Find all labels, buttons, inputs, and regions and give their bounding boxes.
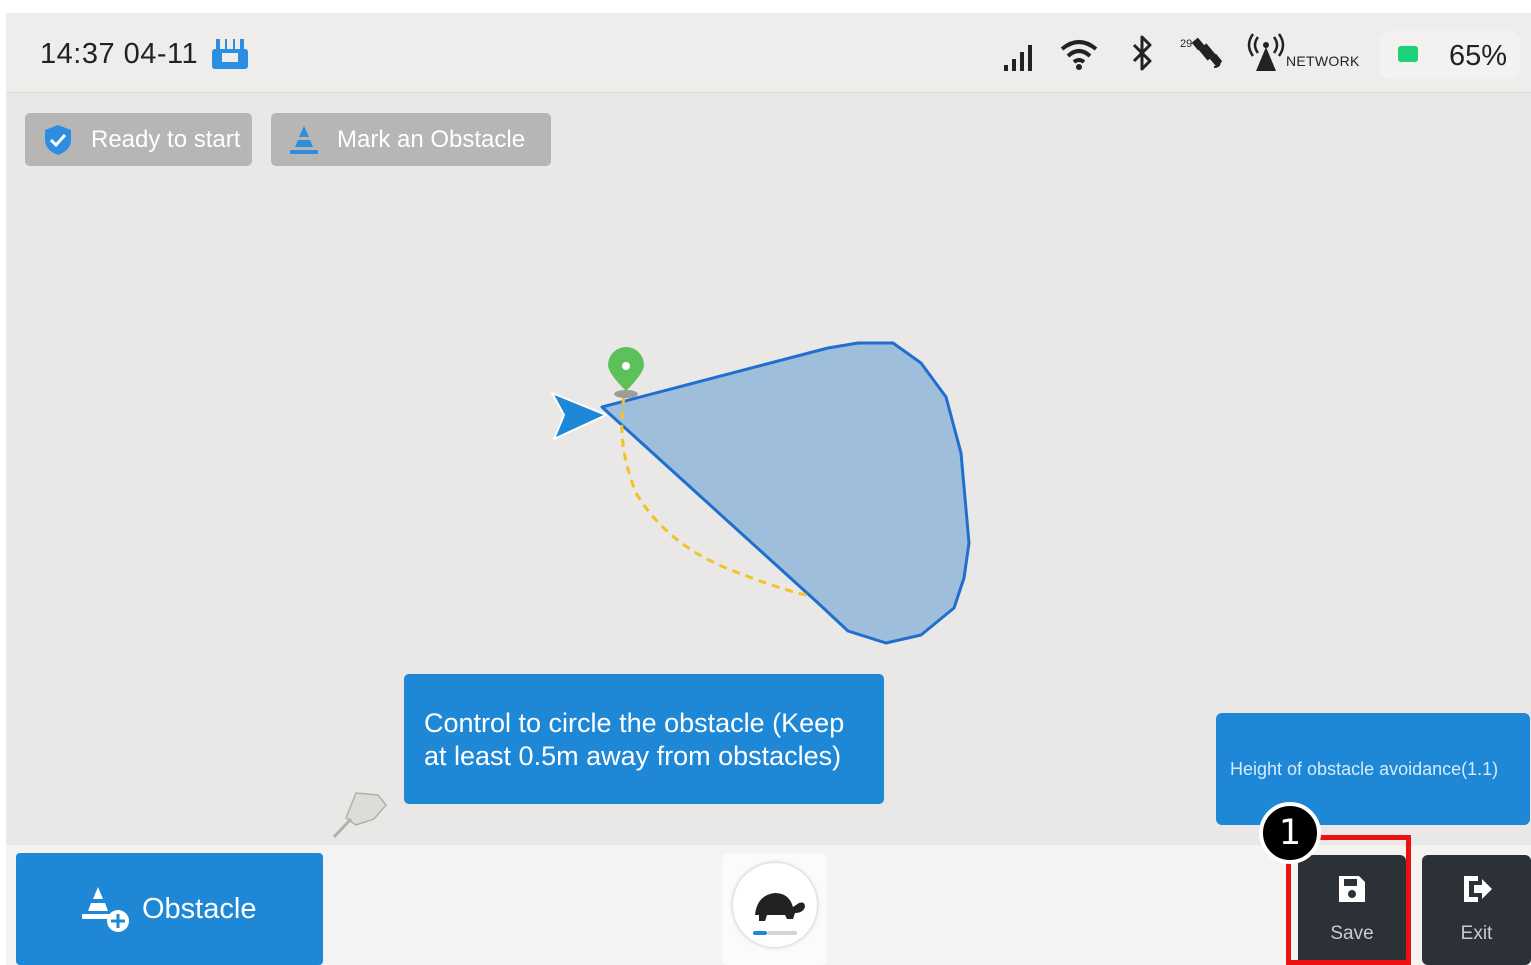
speed-indicator bbox=[733, 863, 817, 947]
obstacle-button-label: Obstacle bbox=[142, 892, 257, 925]
map-pin-icon bbox=[608, 347, 644, 398]
obstacle-button[interactable]: Obstacle bbox=[16, 853, 323, 965]
turtle-icon bbox=[753, 893, 805, 935]
drone-marker-icon bbox=[332, 792, 387, 839]
aircraft-arrow-icon bbox=[551, 392, 607, 440]
add-obstacle-icon bbox=[82, 887, 129, 932]
speed-mode-button[interactable] bbox=[722, 853, 827, 965]
instruction-hint: Control to circle the obstacle (Keep at … bbox=[404, 674, 884, 804]
obstacle-polygon bbox=[600, 341, 971, 645]
avoidance-height-button[interactable]: Height of obstacle avoidance(1.1) bbox=[1216, 713, 1530, 825]
exit-icon bbox=[1463, 876, 1492, 902]
exit-button[interactable]: Exit bbox=[1422, 855, 1531, 965]
exit-button-label: Exit bbox=[1460, 923, 1493, 944]
step-number-badge: 1 bbox=[1259, 802, 1321, 864]
